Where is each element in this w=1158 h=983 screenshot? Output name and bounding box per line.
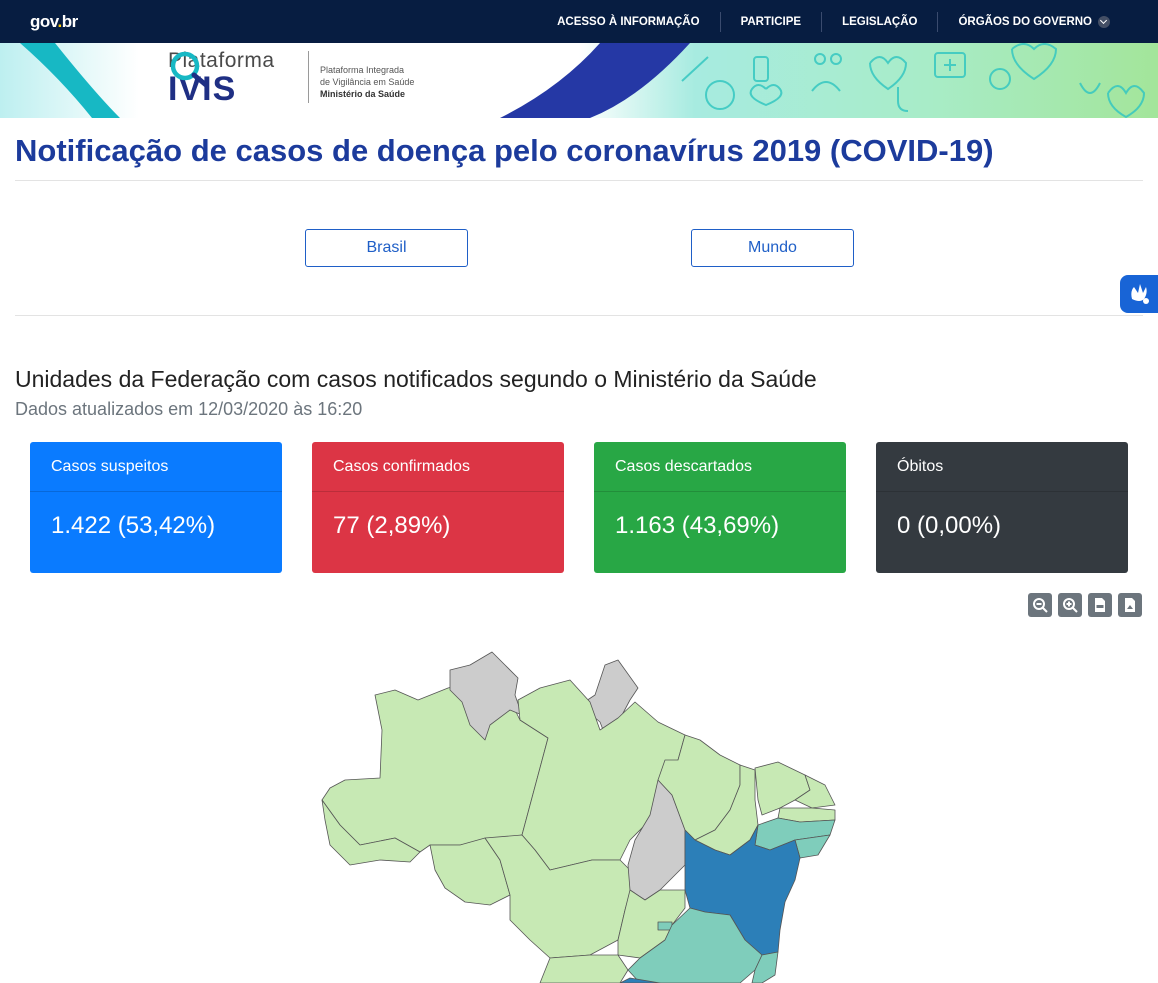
image-export-icon — [1125, 598, 1135, 612]
card-value: 0 (0,00%) — [897, 512, 1002, 539]
card-value: 1.163 (43,69%) — [615, 512, 780, 539]
updated-timestamp: Dados atualizados em 12/03/2020 às 16:20 — [15, 399, 363, 419]
logo-text-gov: gov — [30, 12, 58, 31]
brand-ivis: IVIS — [168, 51, 275, 106]
govbr-logo[interactable]: gov.br — [30, 12, 78, 32]
nav-orgaos-governo[interactable]: ÓRGÃOS DO GOVERNO — [937, 11, 1130, 32]
nav-orgaos-label: ÓRGÃOS DO GOVERNO — [958, 15, 1092, 28]
card-casos-suspeitos: Casos suspeitos 1.422 (53,42%) — [30, 442, 282, 573]
section-subtitle: Unidades da Federação com casos notifica… — [15, 366, 817, 392]
card-obitos: Óbitos 0 (0,00%) — [876, 442, 1128, 573]
card-label: Casos descartados — [594, 442, 846, 492]
brasil-button[interactable]: Brasil — [305, 229, 468, 267]
gov-nav: ACESSO À INFORMAÇÃO PARTICIPE LEGISLAÇÃO… — [537, 0, 1130, 43]
divider — [15, 315, 1143, 316]
zoom-out-button[interactable] — [1028, 593, 1052, 617]
card-value: 77 (2,89%) — [333, 512, 451, 539]
card-label: Casos suspeitos — [30, 442, 282, 492]
mundo-button[interactable]: Mundo — [691, 229, 854, 267]
zoom-in-icon — [1063, 598, 1078, 613]
nav-acesso-informacao[interactable]: ACESSO À INFORMAÇÃO — [537, 12, 719, 32]
state-ceara — [754, 761, 811, 816]
platform-banner: Plataforma IVIS Plataforma Integrada de … — [0, 43, 1158, 118]
card-label: Óbitos — [876, 442, 1128, 492]
csv-export-button[interactable] — [1088, 593, 1112, 617]
card-casos-descartados: Casos descartados 1.163 (43,69%) — [594, 442, 846, 573]
page-title: Notificação de casos de doença pelo coro… — [15, 133, 994, 168]
divider — [15, 180, 1143, 181]
brand-sub-ministerio: Ministério da Saúde — [320, 89, 406, 99]
zoom-out-icon — [1033, 598, 1048, 613]
chevron-down-icon — [1098, 15, 1110, 28]
accessibility-button[interactable] — [1120, 275, 1158, 313]
brand-subtitle: Plataforma Integrada de Vigilância em Sa… — [308, 51, 414, 103]
state-mato-grosso-sul — [539, 954, 629, 983]
card-value: 1.422 (53,42%) — [51, 512, 216, 539]
card-label: Casos confirmados — [312, 442, 564, 492]
magnifier-icon — [170, 51, 209, 87]
ivis-brand[interactable]: Plataforma IVIS — [168, 49, 275, 106]
csv-icon — [1095, 598, 1105, 612]
image-export-button[interactable] — [1118, 593, 1142, 617]
sign-language-icon — [1131, 284, 1149, 304]
card-casos-confirmados: Casos confirmados 77 (2,89%) — [312, 442, 564, 573]
brazil-states-map[interactable] — [300, 640, 860, 983]
nav-participe[interactable]: PARTICIPE — [719, 11, 822, 32]
brand-sub-line2: de Vigilância em Saúde — [320, 77, 415, 87]
nav-legislacao[interactable]: LEGISLAÇÃO — [821, 11, 937, 32]
map-toolbar — [1028, 593, 1142, 617]
zoom-in-button[interactable] — [1058, 593, 1082, 617]
gov-top-bar: gov.br ACESSO À INFORMAÇÃO PARTICIPE LEG… — [0, 0, 1158, 43]
brand-sub-line1: Plataforma Integrada — [320, 65, 405, 75]
logo-text-br: br — [61, 12, 79, 31]
